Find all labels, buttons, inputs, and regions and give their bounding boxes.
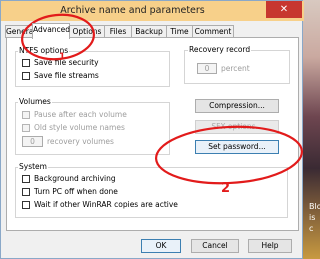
tab-advanced[interactable]: Advanced: [32, 23, 70, 39]
annotation-circle-set-password: [154, 125, 304, 185]
annotation-number-1: 1: [59, 52, 66, 62]
annotation-number-2: 2: [221, 181, 231, 196]
